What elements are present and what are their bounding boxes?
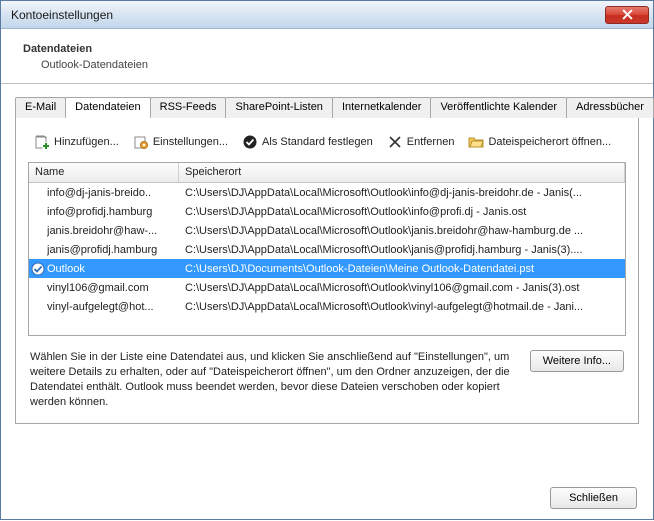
tab-adressb-cher[interactable]: Adressbücher <box>566 97 654 118</box>
set-default-button[interactable]: Als Standard festlegen <box>238 132 377 152</box>
cell-name: janis@profidj.hamburg <box>47 244 179 256</box>
title-bar: Kontoeinstellungen <box>1 1 653 29</box>
open-location-label: Dateispeicherort öffnen... <box>488 136 611 148</box>
remove-label: Entfernen <box>407 136 455 148</box>
cell-name: vinyl-aufgelegt@hot... <box>47 301 179 313</box>
cell-name: vinyl106@gmail.com <box>47 282 179 294</box>
cell-location: C:\Users\DJ\Documents\Outlook-Dateien\Me… <box>179 263 625 275</box>
dialog-header: Datendateien Outlook-Datendateien <box>1 29 653 84</box>
cell-name: info@dj-janis-breido.. <box>47 187 179 199</box>
remove-icon <box>387 134 403 150</box>
tab-ver-ffentlichte-kalender[interactable]: Veröffentlichte Kalender <box>430 97 567 118</box>
tab-internetkalender[interactable]: Internetkalender <box>332 97 432 118</box>
add-icon <box>34 134 50 150</box>
cell-location: C:\Users\DJ\AppData\Local\Microsoft\Outl… <box>179 225 625 237</box>
remove-button[interactable]: Entfernen <box>383 132 459 152</box>
cell-location: C:\Users\DJ\AppData\Local\Microsoft\Outl… <box>179 187 625 199</box>
more-info-button[interactable]: Weitere Info... <box>530 350 624 372</box>
cell-location: C:\Users\DJ\AppData\Local\Microsoft\Outl… <box>179 301 625 313</box>
tab-sharepoint-listen[interactable]: SharePoint-Listen <box>225 97 332 118</box>
close-dialog-button[interactable]: Schließen <box>550 487 637 509</box>
table-row[interactable]: vinyl-aufgelegt@hot...C:\Users\DJ\AppDat… <box>29 297 625 316</box>
table-row[interactable]: info@dj-janis-breido..C:\Users\DJ\AppDat… <box>29 183 625 202</box>
open-location-button[interactable]: Dateispeicherort öffnen... <box>464 132 615 152</box>
close-icon <box>622 9 633 20</box>
header-subtitle: Outlook-Datendateien <box>23 59 633 71</box>
tab-panel-data-files: Hinzufügen... Einstellungen... Als Stand… <box>15 118 639 424</box>
table-row[interactable]: janis@profidj.hamburgC:\Users\DJ\AppData… <box>29 240 625 259</box>
close-window-button[interactable] <box>605 6 649 24</box>
header-title: Datendateien <box>23 43 633 55</box>
tab-rss-feeds[interactable]: RSS-Feeds <box>150 97 227 118</box>
cell-location: C:\Users\DJ\AppData\Local\Microsoft\Outl… <box>179 206 625 218</box>
cell-location: C:\Users\DJ\AppData\Local\Microsoft\Outl… <box>179 244 625 256</box>
cell-name: info@profidj.hamburg <box>47 206 179 218</box>
set-default-label: Als Standard festlegen <box>262 136 373 148</box>
table-row[interactable]: vinyl106@gmail.comC:\Users\DJ\AppData\Lo… <box>29 278 625 297</box>
tab-strip: E-MailDatendateienRSS-FeedsSharePoint-Li… <box>15 96 639 118</box>
toolbar: Hinzufügen... Einstellungen... Als Stand… <box>28 128 626 162</box>
default-marker-icon <box>29 262 47 276</box>
column-header-name[interactable]: Name <box>29 163 179 182</box>
cell-location: C:\Users\DJ\AppData\Local\Microsoft\Outl… <box>179 282 625 294</box>
add-label: Hinzufügen... <box>54 136 119 148</box>
help-text: Wählen Sie in der Liste eine Datendatei … <box>30 350 518 409</box>
folder-open-icon <box>468 134 484 150</box>
column-header-location[interactable]: Speicherort <box>179 163 625 182</box>
add-button[interactable]: Hinzufügen... <box>30 132 123 152</box>
window-title: Kontoeinstellungen <box>11 8 113 22</box>
table-row[interactable]: janis.breidohr@haw-...C:\Users\DJ\AppDat… <box>29 221 625 240</box>
list-header: Name Speicherort <box>29 163 625 183</box>
check-circle-icon <box>242 134 258 150</box>
settings-icon <box>133 134 149 150</box>
cell-name: janis.breidohr@haw-... <box>47 225 179 237</box>
settings-label: Einstellungen... <box>153 136 228 148</box>
settings-button[interactable]: Einstellungen... <box>129 132 232 152</box>
data-files-list: Name Speicherort info@dj-janis-breido..C… <box>28 162 626 336</box>
cell-name: Outlook <box>47 263 179 275</box>
table-row[interactable]: info@profidj.hamburgC:\Users\DJ\AppData\… <box>29 202 625 221</box>
tab-e-mail[interactable]: E-Mail <box>15 97 66 118</box>
table-row[interactable]: OutlookC:\Users\DJ\Documents\Outlook-Dat… <box>29 259 625 278</box>
tab-datendateien[interactable]: Datendateien <box>65 97 150 118</box>
